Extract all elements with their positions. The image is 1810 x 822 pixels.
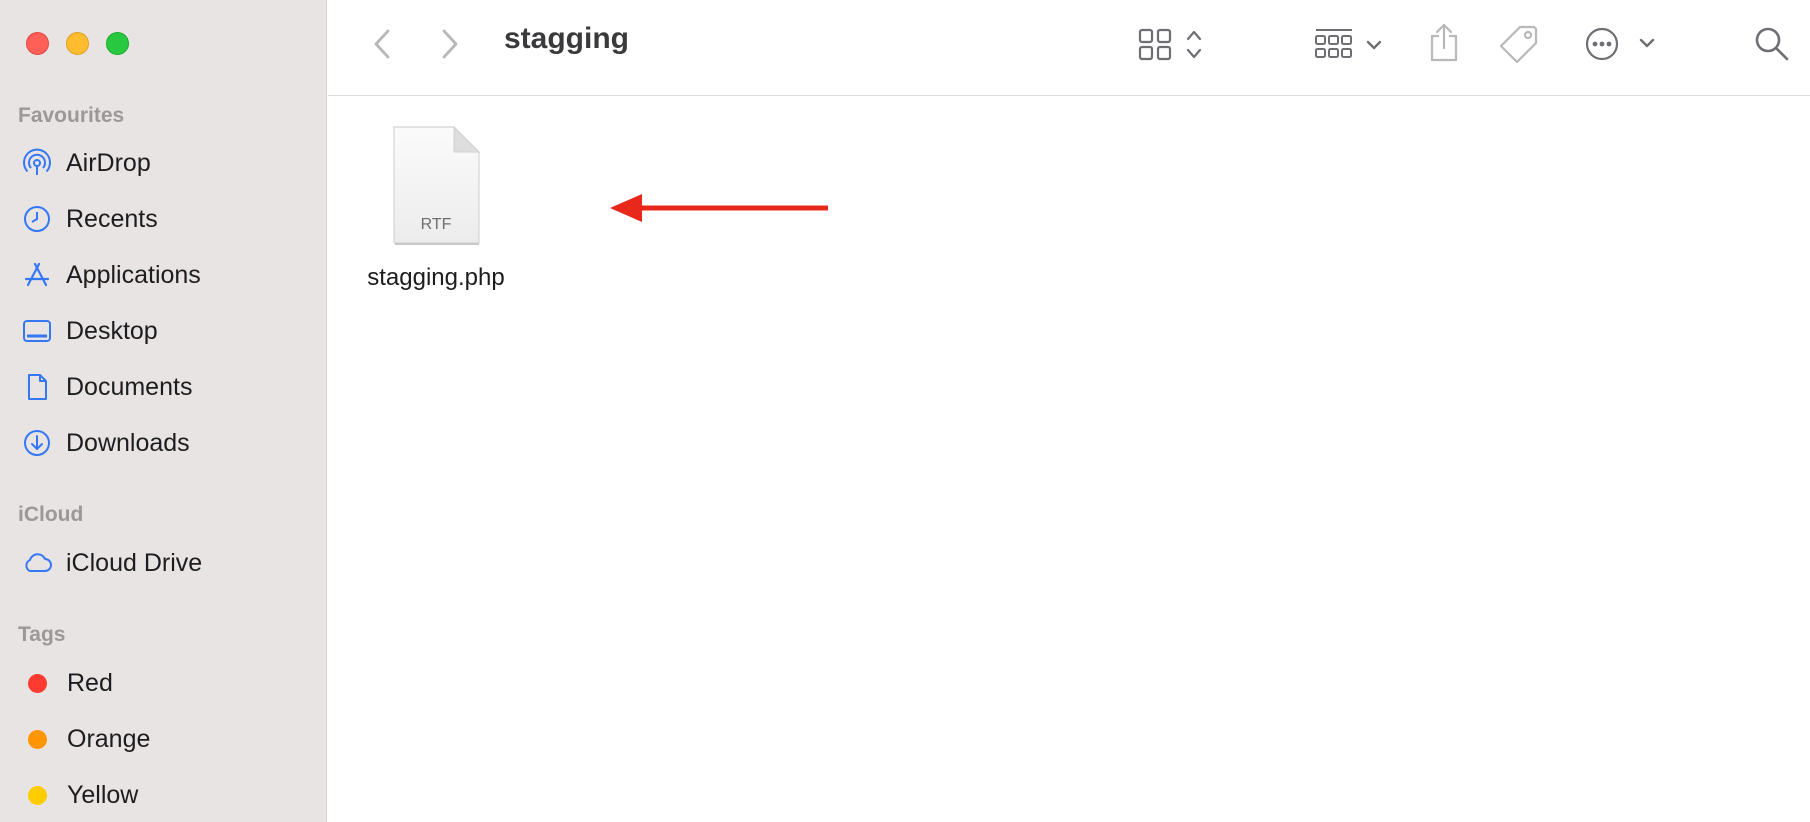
sidebar-item-label: Downloads xyxy=(66,428,190,457)
annotation-arrow-icon xyxy=(610,194,828,222)
sidebar-item-label: iCloud Drive xyxy=(66,548,203,577)
applications-icon xyxy=(22,260,52,290)
clock-icon xyxy=(22,204,52,234)
sidebar-item-label: Recents xyxy=(66,204,158,233)
orange-tag-dot-icon xyxy=(28,729,47,749)
search-icon xyxy=(1755,27,1789,61)
sidebar-item-downloads[interactable]: Downloads xyxy=(22,423,190,463)
sidebar-item-label: Red xyxy=(67,668,113,697)
close-window-button[interactable] xyxy=(26,32,49,55)
sidebar-item-label: Desktop xyxy=(66,316,158,345)
sidebar-item-applications[interactable]: Applications xyxy=(22,255,201,295)
group-button[interactable] xyxy=(1310,24,1390,64)
sidebar-item-recents[interactable]: Recents xyxy=(22,199,158,239)
tag-icon xyxy=(1499,25,1538,64)
sidebar: Favourites AirDrop Recents Applications … xyxy=(0,0,327,822)
forward-button[interactable] xyxy=(432,24,468,64)
sidebar-item-airdrop[interactable]: AirDrop xyxy=(22,143,151,183)
sidebar-tag-orange[interactable]: Orange xyxy=(22,719,150,759)
file-kind-badge: RTF xyxy=(420,216,452,233)
desktop-icon xyxy=(22,316,52,346)
sidebar-item-label: Yellow xyxy=(67,780,139,809)
back-button[interactable] xyxy=(364,24,400,64)
rtf-file-icon: RTF xyxy=(391,125,481,246)
sidebar-item-label: Applications xyxy=(66,260,201,289)
sidebar-item-label: Orange xyxy=(67,724,151,753)
back-icon xyxy=(374,29,390,59)
more-icon xyxy=(1585,27,1655,61)
view-mode-button[interactable] xyxy=(1134,24,1214,64)
icloud-section-title: iCloud xyxy=(18,503,84,526)
icon-view-icon xyxy=(1138,28,1202,61)
more-actions-button[interactable] xyxy=(1582,22,1658,66)
download-icon xyxy=(22,428,52,458)
sidebar-item-label: Documents xyxy=(66,372,193,401)
favourites-section-title: Favourites xyxy=(18,104,125,127)
forward-icon xyxy=(442,29,458,59)
search-button[interactable] xyxy=(1750,22,1794,66)
window-controls xyxy=(26,32,129,55)
share-button[interactable] xyxy=(1424,20,1464,66)
window-title: stagging xyxy=(504,22,629,55)
sidebar-item-icloud-drive[interactable]: iCloud Drive xyxy=(22,543,202,583)
document-icon xyxy=(22,372,52,402)
cloud-icon xyxy=(22,548,52,578)
sidebar-item-desktop[interactable]: Desktop xyxy=(22,311,158,351)
yellow-tag-dot-icon xyxy=(28,785,47,805)
airdrop-icon xyxy=(22,148,52,178)
minimize-window-button[interactable] xyxy=(66,32,89,55)
sidebar-item-documents[interactable]: Documents xyxy=(22,367,192,407)
group-icon xyxy=(1315,29,1382,58)
file-browser-content: RTF stagging.php xyxy=(328,96,1810,822)
sidebar-tag-red[interactable]: Red xyxy=(22,663,113,703)
toolbar: stagging xyxy=(328,0,1810,96)
zoom-window-button[interactable] xyxy=(106,32,129,55)
share-icon xyxy=(1430,23,1458,62)
sidebar-tag-yellow[interactable]: Yellow xyxy=(22,775,138,815)
tags-section-title: Tags xyxy=(18,623,66,646)
tag-button[interactable] xyxy=(1496,22,1542,66)
red-tag-dot-icon xyxy=(28,673,47,693)
file-name: stagging.php xyxy=(367,264,505,291)
file-item[interactable]: RTF stagging.php xyxy=(366,125,506,292)
sidebar-item-label: AirDrop xyxy=(66,148,151,177)
